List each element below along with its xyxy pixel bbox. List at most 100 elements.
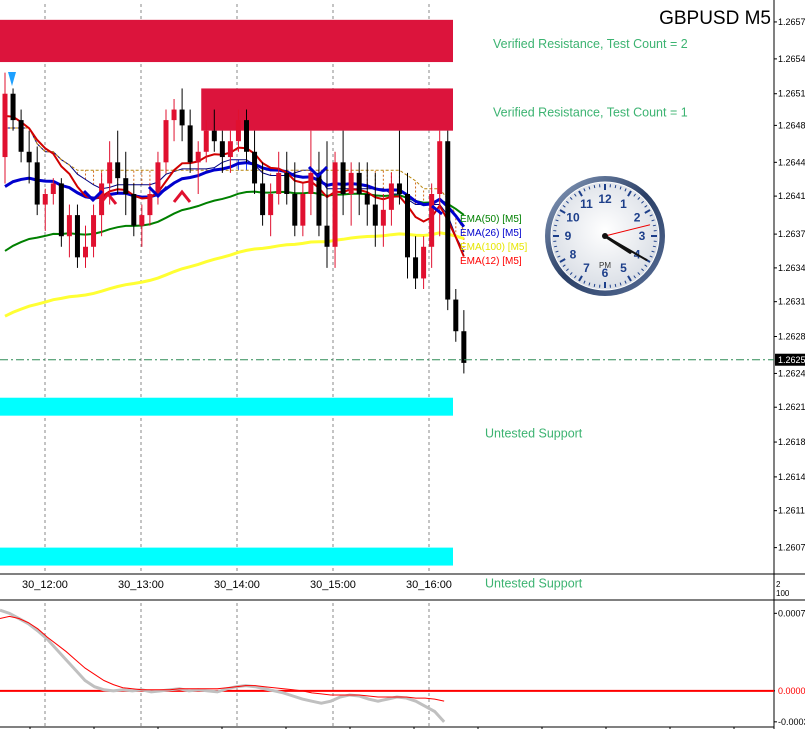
candle-body [381, 210, 386, 226]
clock-tick [554, 225, 557, 226]
candle-body [252, 152, 257, 184]
clock-number: 3 [639, 229, 646, 243]
y-tick-label: 1.2624 [778, 368, 805, 378]
y-tick-label: 1.2614 [778, 472, 805, 482]
candle-body [59, 183, 64, 236]
y-tick-label: 1.2644 [778, 157, 805, 167]
y-tick-label: -0.0003 [778, 717, 805, 727]
candle-body [292, 194, 297, 226]
ema-legend-label: EMA(50) [M5] [460, 214, 522, 225]
y-tick-label: 1.2628 [778, 332, 805, 342]
clock-number: 11 [580, 197, 593, 211]
clock-number: 9 [565, 229, 572, 243]
candle-body [453, 300, 458, 332]
candle-body [429, 194, 434, 247]
candle-body [260, 183, 265, 215]
zone-label: Verified Resistance, Test Count = 2 [493, 37, 688, 51]
trading-chart: 30_12:00 30_13:00 30_14:00 30_15:00 30_16:00… [0, 0, 805, 729]
x-tick-label: 30_12:00 [22, 579, 68, 591]
candle-body [445, 141, 450, 299]
clock-tick [653, 225, 656, 226]
clock-center [602, 233, 608, 239]
x-tick-label: 30_16:00 [406, 579, 452, 591]
candle-body [365, 194, 370, 205]
candle-body [3, 94, 8, 157]
price-plot: 30_12:00 30_13:00 30_14:00 30_15:00 30_16:00… [0, 0, 805, 729]
y-tick-label: 1.2648 [778, 120, 805, 130]
clock-number: 7 [583, 261, 590, 275]
candle-body [83, 247, 88, 258]
clock-tick [594, 284, 595, 287]
candle-body [268, 194, 273, 215]
clock-tick [615, 284, 616, 287]
current-price-label: 1.2625 [778, 355, 805, 365]
candle-body [188, 125, 193, 162]
chart-canvas: 30_12:00 30_13:00 30_14:00 30_15:00 30_16:00… [0, 0, 805, 729]
y-tick-label: 0.0007 [778, 608, 805, 618]
x-tick-label: 30_13:00 [118, 579, 164, 591]
candle-body [284, 173, 289, 194]
y-tick-label: 1.2611 [778, 506, 805, 516]
candle-body [164, 120, 169, 162]
y-tick-label: 0.0000 [778, 686, 805, 696]
candle-body [123, 178, 128, 194]
y-tick-label: 1.2607 [778, 543, 805, 553]
ema-legend-label: EMA(26) [M5] [460, 228, 522, 239]
clock-number: 5 [620, 261, 627, 275]
candle-body [147, 194, 152, 215]
zone-label: Untested Support [485, 427, 583, 441]
candle-body [316, 173, 321, 226]
clock-number: 1 [620, 197, 627, 211]
candle-body [27, 152, 32, 163]
support-zone [0, 398, 453, 416]
clock-tick [594, 185, 595, 188]
candle-body [236, 120, 241, 141]
candle-body [373, 205, 378, 226]
candle-body [212, 131, 217, 142]
candle-body [115, 162, 120, 178]
candle-body [349, 173, 354, 194]
clock-number: 10 [566, 211, 580, 225]
candle-body [413, 257, 418, 278]
ema-legend-label: EMA(12) [M5] [460, 256, 522, 267]
candle-body [11, 94, 16, 120]
candle [445, 131, 450, 310]
candle-body [19, 120, 24, 152]
oscillator-main-line [0, 610, 444, 722]
candle-body [204, 131, 209, 152]
sub-axis-label: 2 [776, 580, 781, 589]
candle-body [437, 141, 442, 194]
candle-body [43, 194, 48, 205]
x-tick-label: 30_14:00 [214, 579, 260, 591]
clock-number: 12 [598, 192, 612, 206]
candle-body [421, 247, 426, 279]
zone-label: Untested Support [485, 577, 583, 591]
candle-body [397, 183, 402, 194]
candle-body [325, 226, 330, 247]
y-tick-label: 1.2654 [778, 54, 805, 64]
y-tick-label: 1.2651 [778, 89, 805, 99]
candle-body [228, 141, 233, 157]
oscillator-plot: 2100 0.0007 0.0000 -0.0003 [0, 580, 805, 729]
candle-body [405, 194, 410, 257]
x-tick-label: 30_15:00 [310, 579, 356, 591]
y-tick-label: 1.2621 [778, 402, 805, 412]
candle-body [180, 110, 185, 126]
sub-axis-label: 100 [776, 589, 790, 598]
y-tick-label: 1.2631 [778, 297, 805, 307]
candle-body [333, 162, 338, 246]
y-tick-label: 1.2657 [778, 17, 805, 27]
candle-body [139, 215, 144, 226]
candle-body [341, 162, 346, 194]
support-zone [0, 548, 453, 566]
candle-body [131, 194, 136, 226]
candle-body [196, 152, 201, 163]
candle-body [155, 162, 160, 194]
candle-body [107, 162, 112, 183]
candle-body [308, 173, 313, 194]
clock-tick [615, 185, 616, 188]
candle-body [244, 120, 249, 152]
clock-tick [653, 246, 656, 247]
y-tick-label: 1.2637 [778, 229, 805, 239]
y-tick-label: 1.2634 [778, 263, 805, 273]
